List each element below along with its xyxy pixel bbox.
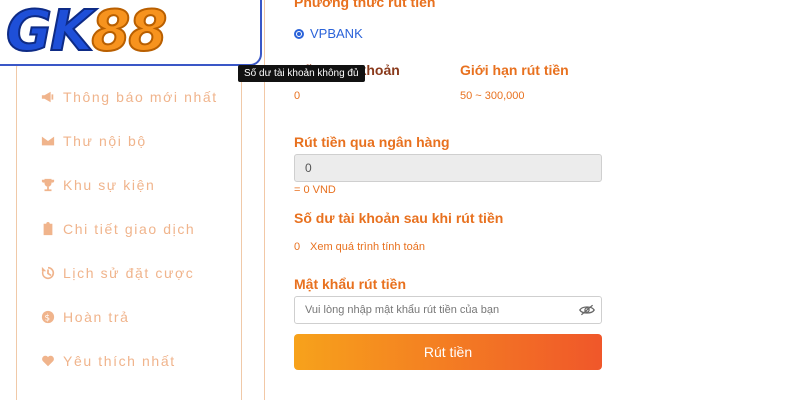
amount-input-value: 0 [305,161,312,175]
logo[interactable]: GK88 [0,0,262,66]
sidebar-item-inbox[interactable]: Thư nội bộ [41,131,147,151]
password-input[interactable]: Vui lòng nhập mật khẩu rút tiền của bạn [294,296,602,324]
bank-option-vpbank[interactable]: VPBANK [294,26,363,41]
logo-88: 88 [90,0,168,64]
dollar-coin-icon: $ [41,310,55,324]
limit-label: Giới hạn rút tiền [460,62,569,78]
sidebar-item-transactions[interactable]: Chi tiết giao dịch [41,219,195,239]
eye-slash-icon[interactable] [579,303,595,317]
sidebar-item-events[interactable]: Khu sự kiện [41,175,155,195]
heart-icon [41,354,55,368]
clipboard-icon [41,222,55,236]
megaphone-icon [41,90,55,104]
withdraw-submit-button[interactable]: Rút tiền [294,334,602,370]
balance-value: 0 [294,90,301,102]
sidebar-item-label: Thư nội bộ [63,133,147,149]
sidebar-item-label: Hoàn trả [63,309,130,325]
password-label: Mật khẩu rút tiền [294,276,407,292]
sidebar-item-label: Chi tiết giao dịch [63,221,196,237]
sidebar-item-label: Thông báo mới nhất [63,89,218,105]
content-divider [264,0,265,400]
calc-process-link[interactable]: Xem quá trình tính toán [310,241,425,253]
sidebar-item-label: Lịch sử đặt cược [63,265,195,281]
logo-gk: GK [5,0,94,64]
sidebar: Thông báo mới nhất Thư nội bộ Khu sự kiệ… [16,58,242,400]
insufficient-balance-tooltip: Số dư tài khoản không đủ [238,65,365,82]
sidebar-item-bet-history[interactable]: Lịch sử đặt cược [41,263,194,283]
bank-option-label: VPBANK [310,26,363,41]
svg-text:$: $ [45,314,52,324]
sidebar-item-favorites[interactable]: Yêu thích nhất [41,351,176,371]
after-balance-value: 0 [294,241,301,253]
logo-text: GK88 [5,0,168,64]
radio-selected-icon[interactable] [294,28,304,39]
limit-value: 50 ~ 300,000 [460,90,525,102]
bank-withdraw-label: Rút tiền qua ngân hàng [294,134,450,150]
sidebar-item-announcements[interactable]: Thông báo mới nhất [41,87,218,107]
method-title: Phương thức rút tiền [294,0,436,10]
sidebar-item-label: Khu sự kiện [63,177,156,193]
sidebar-item-refund[interactable]: $ Hoàn trả [41,307,130,327]
amount-input[interactable]: 0 [294,154,602,182]
after-balance-label: Số dư tài khoản sau khi rút tiền [294,210,504,226]
amount-converted: = 0 VND [294,184,336,196]
trophy-icon [41,178,55,192]
history-icon [41,266,55,280]
password-placeholder: Vui lòng nhập mật khẩu rút tiền của bạn [305,304,500,316]
sidebar-item-label: Yêu thích nhất [63,353,176,369]
envelope-icon [41,134,55,148]
